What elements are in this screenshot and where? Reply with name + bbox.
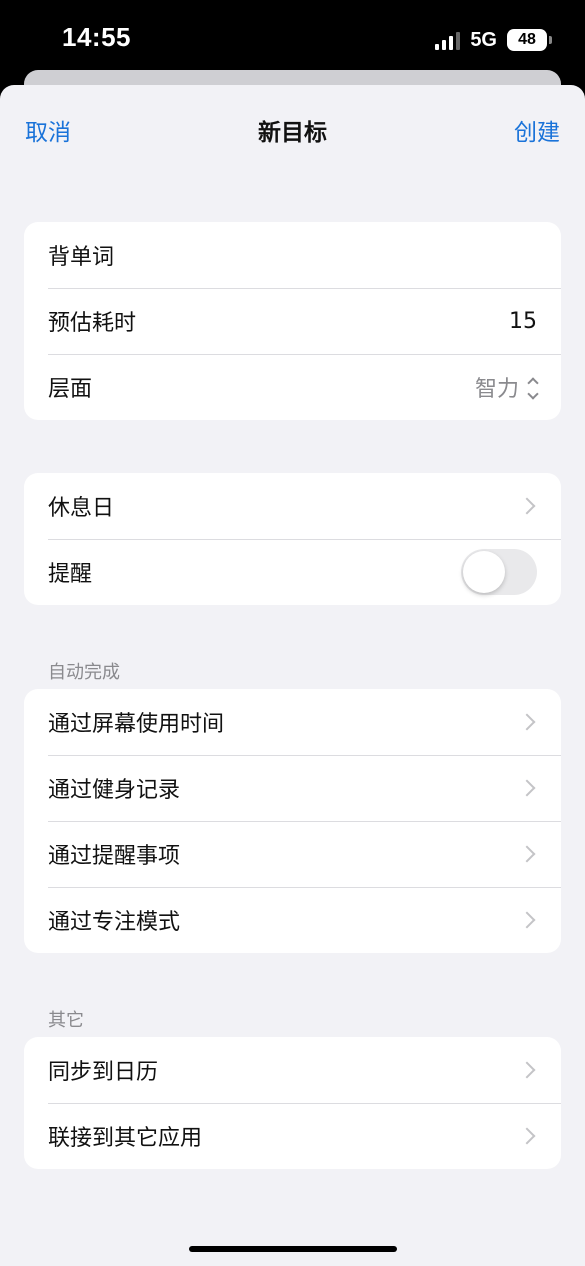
reminder-label: 提醒 xyxy=(48,562,93,587)
create-button[interactable]: 创建 xyxy=(514,113,560,147)
chevron-right-icon xyxy=(518,497,536,515)
list-item[interactable]: 通过专注模式 xyxy=(24,887,561,953)
status-bar: 14:55 5G 48 xyxy=(0,0,585,80)
goal-name-field[interactable]: 背单词 xyxy=(24,222,561,288)
chevron-right-icon xyxy=(518,713,536,731)
chevron-right-icon xyxy=(518,845,536,863)
level-label: 层面 xyxy=(48,377,93,402)
duration-row[interactable]: 预估耗时 15 xyxy=(24,288,561,354)
rest-day-row[interactable]: 休息日 xyxy=(24,473,561,539)
new-goal-sheet: 取消 新目标 创建 背单词 预估耗时 15 层面 智力 休息日 提醒 自动完成 … xyxy=(0,85,585,1266)
reminder-toggle[interactable] xyxy=(461,549,537,595)
list-item-label: 通过健身记录 xyxy=(48,778,181,803)
other-header: 其它 xyxy=(48,1010,84,1031)
goal-name-value: 背单词 xyxy=(48,245,115,270)
chevron-right-icon xyxy=(518,1127,536,1145)
list-item[interactable]: 同步到日历 xyxy=(24,1037,561,1103)
reminder-row: 提醒 xyxy=(24,539,561,605)
list-item-label: 通过屏幕使用时间 xyxy=(48,712,225,737)
duration-label: 预估耗时 xyxy=(48,311,137,336)
level-value[interactable]: 智力 xyxy=(475,371,519,403)
auto-complete-group: 通过屏幕使用时间 通过健身记录 通过提醒事项 通过专注模式 xyxy=(24,689,561,953)
list-item-label: 同步到日历 xyxy=(48,1060,159,1085)
chevron-right-icon xyxy=(518,779,536,797)
schedule-group: 休息日 提醒 xyxy=(24,473,561,605)
level-row[interactable]: 层面 智力 xyxy=(24,354,561,420)
page-title: 新目标 xyxy=(258,120,327,146)
basic-info-group: 背单词 预估耗时 15 层面 智力 xyxy=(24,222,561,420)
list-item-label: 通过提醒事项 xyxy=(48,844,181,869)
other-group: 同步到日历 联接到其它应用 xyxy=(24,1037,561,1169)
auto-complete-header: 自动完成 xyxy=(48,662,120,683)
nav-bar: 取消 新目标 创建 xyxy=(0,85,585,175)
list-item[interactable]: 联接到其它应用 xyxy=(24,1103,561,1169)
battery-icon: 48 xyxy=(507,29,552,51)
duration-value[interactable]: 15 xyxy=(509,309,537,334)
list-item[interactable]: 通过屏幕使用时间 xyxy=(24,689,561,755)
cellular-signal-icon xyxy=(435,30,461,50)
battery-level: 48 xyxy=(518,31,536,48)
status-time: 14:55 xyxy=(62,22,131,52)
list-item-label: 通过专注模式 xyxy=(48,910,181,935)
home-indicator[interactable] xyxy=(189,1246,397,1252)
network-type: 5G xyxy=(470,28,497,51)
up-down-chevron-icon xyxy=(527,376,539,400)
chevron-right-icon xyxy=(518,911,536,929)
list-item-label: 联接到其它应用 xyxy=(48,1126,203,1151)
list-item[interactable]: 通过提醒事项 xyxy=(24,821,561,887)
list-item[interactable]: 通过健身记录 xyxy=(24,755,561,821)
toggle-knob xyxy=(463,551,505,593)
status-indicators: 5G 48 xyxy=(435,26,552,54)
chevron-right-icon xyxy=(518,1061,536,1079)
rest-day-label: 休息日 xyxy=(48,496,115,521)
